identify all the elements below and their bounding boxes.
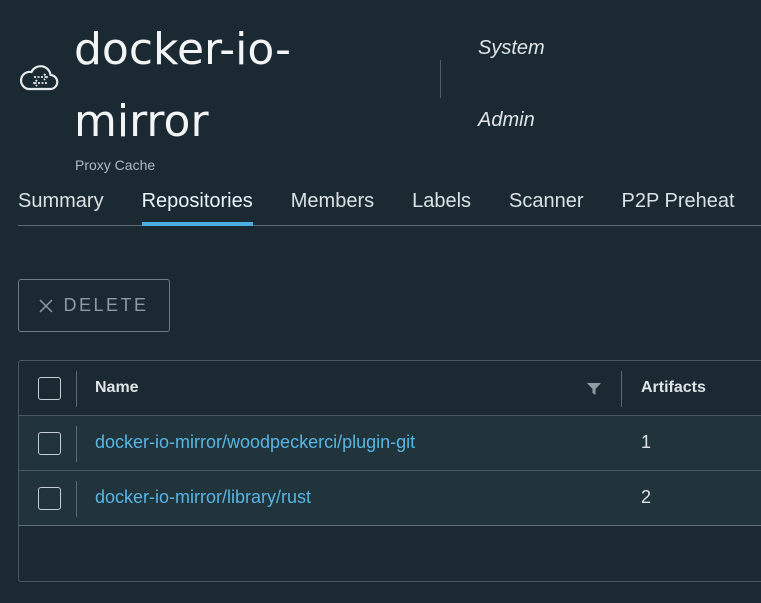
table-row: docker-io-mirror/woodpeckerci/plugin-git… (19, 416, 761, 471)
column-separator[interactable] (621, 371, 622, 407)
artifacts-count: 1 (641, 432, 652, 452)
column-separator (76, 426, 77, 462)
delete-button-label: DELETE (63, 295, 149, 315)
repositories-table: Name Artifacts docker-io-mirror/woodpeck… (18, 360, 761, 582)
tab-members[interactable]: Members (291, 185, 374, 225)
table-row: docker-io-mirror/library/rust 2 (19, 471, 761, 526)
table-header: Name Artifacts (19, 361, 761, 416)
role-admin: Admin (478, 109, 535, 131)
delete-button[interactable]: DELETE (18, 279, 170, 332)
column-separator (76, 371, 77, 407)
column-separator (76, 481, 77, 517)
tab-repositories[interactable]: Repositories (141, 185, 253, 226)
header-divider (440, 60, 441, 98)
column-header-artifacts[interactable]: Artifacts (641, 379, 706, 397)
tab-p2p-preheat[interactable]: P2P Preheat (622, 185, 735, 225)
project-tabs: Summary Repositories Members Labels Scan… (18, 185, 761, 226)
repository-link[interactable]: docker-io-mirror/library/rust (95, 487, 311, 508)
project-title: docker-io-mirror (74, 24, 292, 147)
project-type-label: Proxy Cache (75, 157, 156, 173)
project-detail-page: docker-io-mirror Proxy Cache System Admi… (0, 0, 761, 603)
repository-link[interactable]: docker-io-mirror/woodpeckerci/plugin-git (95, 432, 415, 453)
filter-icon[interactable] (586, 382, 602, 396)
row-checkbox[interactable] (38, 487, 61, 510)
column-header-name[interactable]: Name (95, 379, 139, 397)
row-checkbox[interactable] (38, 432, 61, 455)
tab-labels[interactable]: Labels (412, 185, 471, 225)
close-icon (39, 298, 54, 313)
artifacts-count: 2 (641, 487, 652, 507)
role-system: System (478, 37, 545, 59)
select-all-checkbox[interactable] (38, 377, 61, 400)
tab-scanner[interactable]: Scanner (509, 185, 584, 225)
tab-summary[interactable]: Summary (18, 185, 104, 225)
cloud-sync-icon (19, 65, 59, 91)
